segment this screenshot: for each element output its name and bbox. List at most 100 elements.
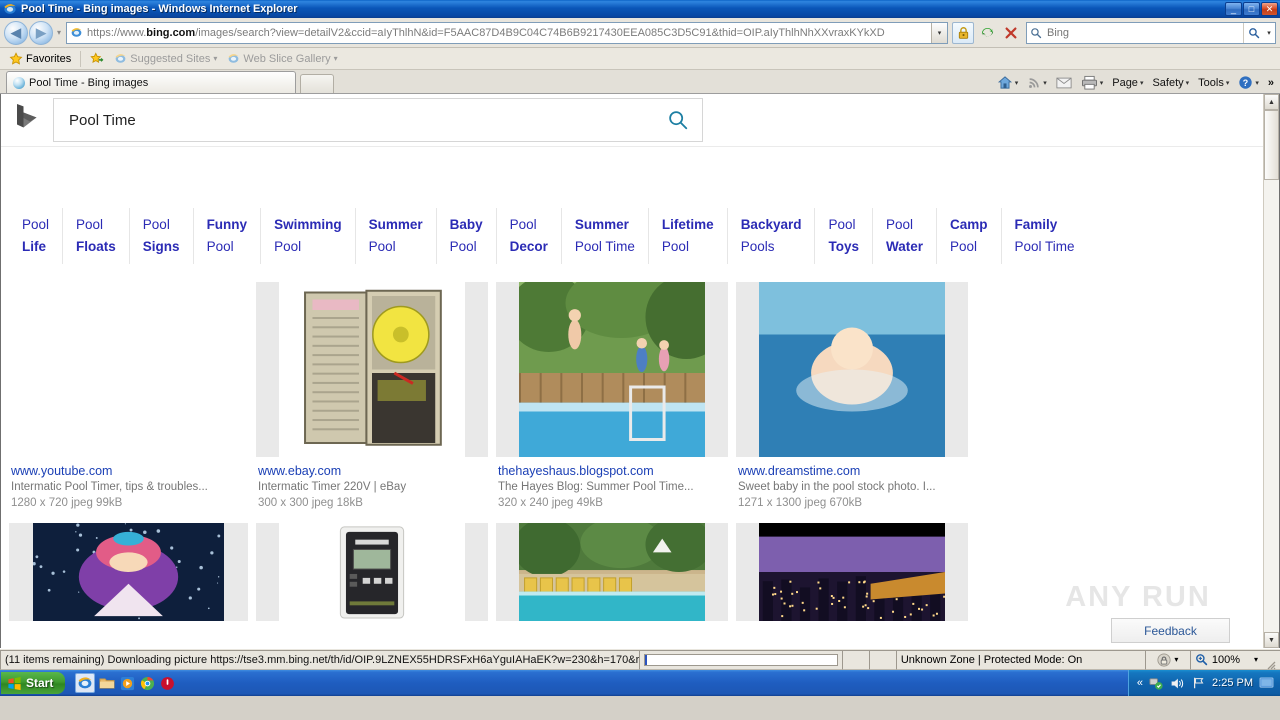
clock-time[interactable]: 2:25 PM — [1212, 677, 1253, 689]
tab-pool-time-bing-images[interactable]: Pool Time - Bing images — [6, 71, 296, 93]
chevron-down-icon[interactable]: ▾ — [1015, 79, 1019, 87]
image-thumbnail-container[interactable] — [256, 282, 488, 457]
favorites-button[interactable]: Favorites — [4, 51, 76, 67]
search-icon[interactable] — [654, 109, 702, 131]
chevron-down-icon[interactable]: ▾ — [213, 54, 217, 63]
related-search-chip[interactable]: Pool Toys — [815, 208, 873, 264]
stop-icon[interactable] — [1000, 22, 1022, 44]
taskbar-record-icon[interactable] — [159, 675, 175, 691]
search-go-icon[interactable] — [1243, 23, 1263, 43]
image-result-cell[interactable]: www.youtube.com Intermatic Pool Timer, ti… — [9, 282, 248, 511]
result-domain-link[interactable]: thehayeshaus.blogspot.com — [498, 463, 726, 479]
start-button[interactable]: Start — [1, 672, 65, 694]
new-tab-button[interactable] — [300, 74, 334, 93]
related-search-chip[interactable]: Pool Floats — [63, 208, 130, 264]
address-bar[interactable]: https://www.bing.com/images/search?view=… — [66, 22, 948, 44]
window-controls[interactable]: _ □ ✕ — [1225, 2, 1278, 16]
related-search-chip[interactable]: Baby Pool — [437, 208, 497, 264]
forward-button[interactable]: ▶ — [29, 21, 53, 45]
related-search-chip[interactable]: Funny Pool — [194, 208, 262, 264]
zoom-control[interactable]: 100% ▾ — [1190, 650, 1280, 670]
tray-expand-icon[interactable]: « — [1137, 677, 1143, 689]
image-thumbnail-container[interactable] — [496, 523, 728, 621]
related-search-chip[interactable]: Pool Signs — [130, 208, 194, 264]
window-title-bar[interactable]: Pool Time - Bing images - Windows Intern… — [0, 0, 1280, 18]
taskbar-internet-explorer-icon[interactable] — [75, 673, 95, 693]
image-thumbnail-container[interactable] — [496, 282, 728, 457]
image-thumbnail-container[interactable] — [9, 523, 248, 621]
address-input[interactable]: https://www.bing.com/images/search?view=… — [85, 23, 931, 43]
tools-menu-button[interactable]: Tools ▾ — [1194, 75, 1233, 91]
taskbar-chrome-icon[interactable] — [139, 675, 155, 691]
resize-grip[interactable] — [1262, 650, 1276, 670]
bing-search-input[interactable]: Pool Time — [54, 112, 654, 129]
related-search-chip[interactable]: Lifetime Pool — [649, 208, 728, 264]
history-dropdown-icon[interactable]: ▾ — [54, 28, 64, 37]
bing-logo-icon[interactable] — [1, 103, 53, 137]
network-icon[interactable] — [1149, 676, 1164, 691]
print-button[interactable]: ▾ — [1077, 73, 1108, 92]
address-dropdown-icon[interactable]: ▾ — [931, 23, 947, 43]
suggested-sites-button[interactable]: Suggested Sites ▾ — [109, 51, 222, 66]
lock-icon[interactable] — [952, 22, 974, 44]
search-provider-caret-icon[interactable]: ▾ — [1263, 29, 1275, 37]
back-button[interactable]: ◀ — [4, 21, 28, 45]
image-result-cell[interactable]: www.dreamstime.com Sweet baby in the pool… — [736, 282, 968, 511]
chevron-down-icon[interactable]: ▾ — [1140, 79, 1144, 87]
image-result-cell[interactable] — [256, 523, 488, 621]
minimize-button[interactable]: _ — [1225, 2, 1242, 16]
bing-search-box[interactable]: Pool Time — [53, 98, 703, 142]
home-button[interactable]: ▾ — [993, 73, 1023, 92]
related-search-chip[interactable]: Family Pool Time — [1002, 208, 1088, 264]
page-menu-button[interactable]: Page ▾ — [1108, 75, 1147, 91]
chevron-down-icon[interactable]: ▾ — [1100, 79, 1104, 87]
browser-search-box[interactable]: ▾ — [1026, 22, 1276, 44]
chevron-down-icon[interactable]: ▾ — [1226, 79, 1230, 87]
result-title[interactable]: Intermatic Pool Timer, tips & troubles..… — [11, 479, 246, 495]
browser-search-input[interactable] — [1045, 26, 1243, 40]
related-search-chip[interactable]: Pool Water — [873, 208, 937, 264]
maximize-button[interactable]: □ — [1243, 2, 1260, 16]
scroll-up-button[interactable]: ▲ — [1264, 94, 1279, 110]
image-result-cell[interactable] — [736, 523, 968, 621]
chevron-down-icon[interactable]: ▾ — [1254, 655, 1258, 664]
taskbar-media-player-icon[interactable] — [119, 675, 135, 691]
image-thumbnail-container[interactable] — [9, 282, 248, 457]
feedback-button[interactable]: Feedback — [1111, 618, 1230, 643]
image-thumbnail-container[interactable] — [736, 523, 968, 621]
scroll-down-button[interactable]: ▼ — [1264, 632, 1279, 648]
feeds-button[interactable]: ▾ — [1023, 74, 1051, 92]
chevron-down-icon[interactable]: ▾ — [1174, 655, 1178, 664]
result-domain-link[interactable]: www.ebay.com — [258, 463, 486, 479]
related-search-chip[interactable]: Summer Pool — [356, 208, 437, 264]
image-result-cell[interactable] — [496, 523, 728, 621]
chevron-down-icon[interactable]: ▾ — [1255, 79, 1259, 87]
command-bar-overflow-button[interactable]: » — [1264, 75, 1278, 91]
scrollbar-thumb[interactable] — [1264, 110, 1279, 180]
image-result-cell[interactable]: www.ebay.com Intermatic Timer 220V | eBay… — [256, 282, 488, 511]
close-button[interactable]: ✕ — [1261, 2, 1278, 16]
image-result-cell[interactable]: thehayeshaus.blogspot.com The Hayes Blog:… — [496, 282, 728, 511]
vertical-scrollbar[interactable]: ▲ ▼ — [1263, 94, 1279, 648]
volume-icon[interactable] — [1170, 676, 1185, 691]
taskbar-folder-icon[interactable] — [99, 675, 115, 691]
related-search-chip[interactable]: Camp Pool — [937, 208, 1002, 264]
refresh-icon[interactable] — [976, 22, 998, 44]
chevron-down-icon[interactable]: ▾ — [1043, 79, 1047, 87]
image-result-cell[interactable] — [9, 523, 248, 621]
show-desktop-icon[interactable] — [1259, 676, 1274, 691]
scrollbar-track[interactable] — [1264, 180, 1279, 632]
related-search-chip[interactable]: Swimming Pool — [261, 208, 356, 264]
chevron-down-icon[interactable]: ▾ — [334, 54, 338, 63]
protected-mode-indicator[interactable]: ▾ — [1145, 650, 1191, 670]
mail-button[interactable] — [1052, 75, 1076, 91]
result-title[interactable]: The Hayes Blog: Summer Pool Time... — [498, 479, 726, 495]
help-button[interactable]: ? ▾ — [1234, 73, 1263, 92]
add-favorites-icon[interactable] — [85, 51, 109, 67]
result-title[interactable]: Intermatic Timer 220V | eBay — [258, 479, 486, 495]
related-search-chip[interactable]: Summer Pool Time — [562, 208, 649, 264]
related-search-chip[interactable]: Backyard Pools — [728, 208, 816, 264]
result-title[interactable]: Sweet baby in the pool stock photo. I... — [738, 479, 966, 495]
result-domain-link[interactable]: www.youtube.com — [11, 463, 246, 479]
web-slice-gallery-button[interactable]: Web Slice Gallery ▾ — [222, 51, 342, 66]
